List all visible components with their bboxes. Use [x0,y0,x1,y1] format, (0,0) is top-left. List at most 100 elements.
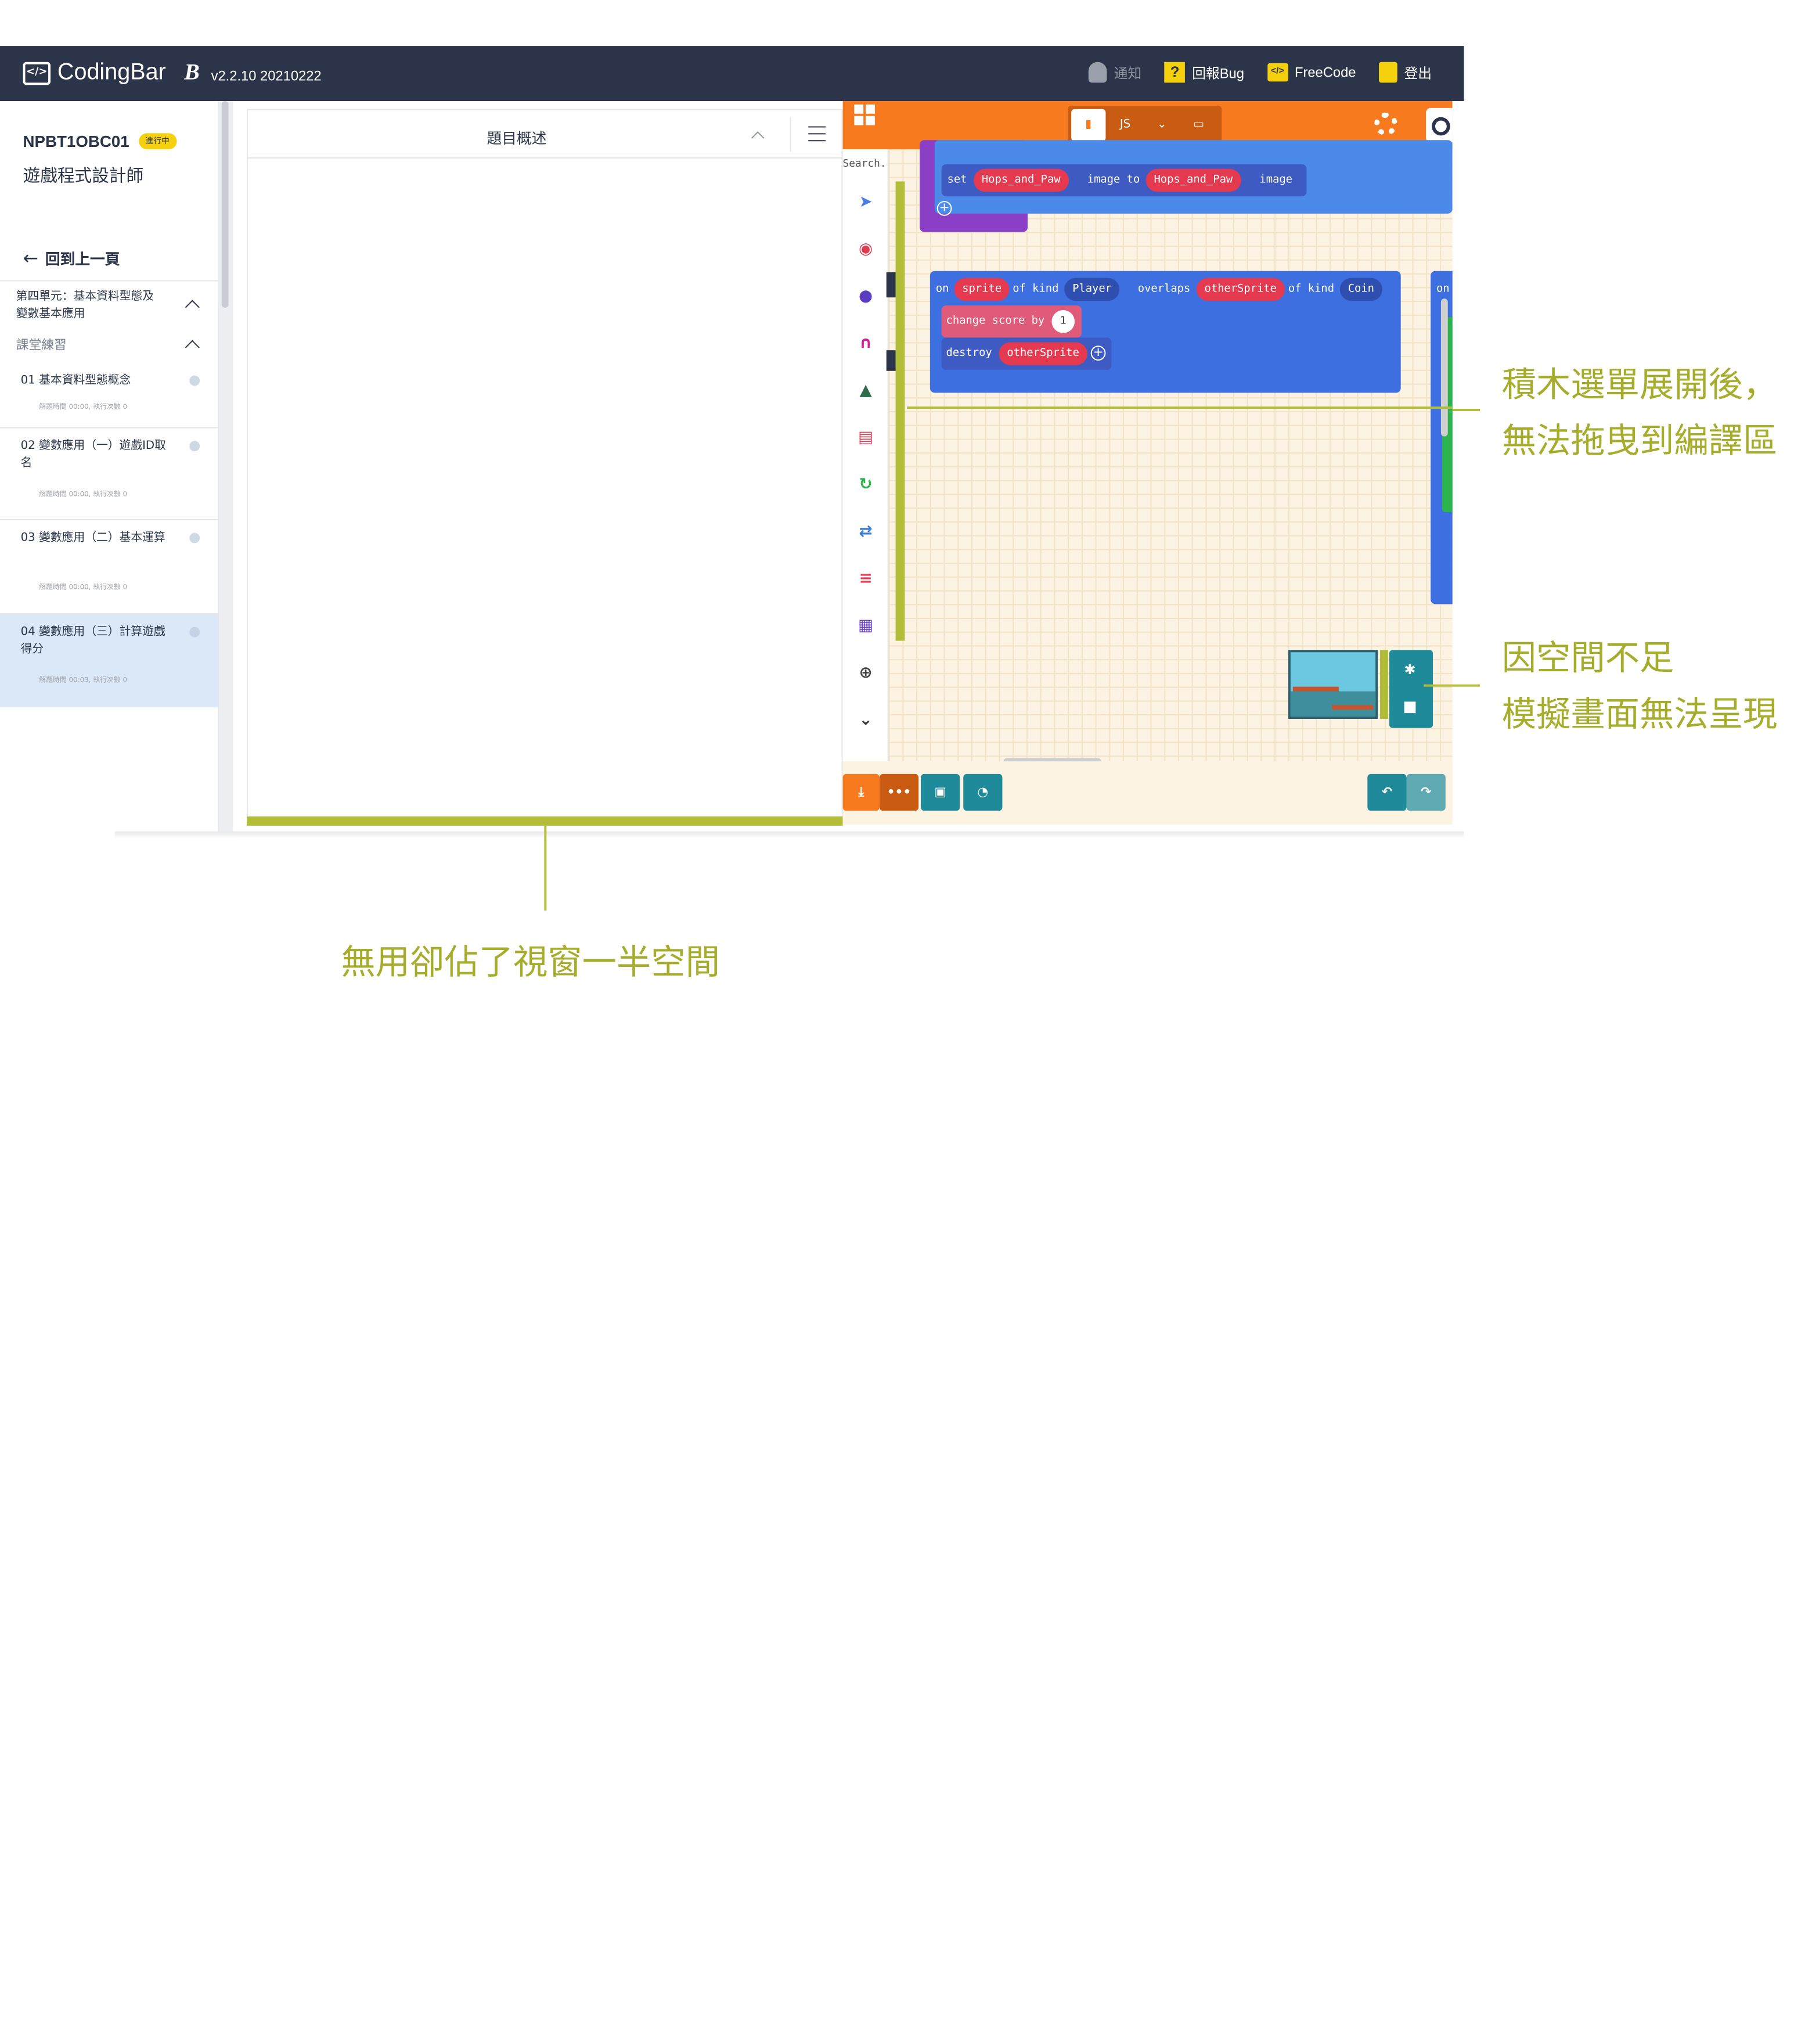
check-icon [189,627,200,638]
report-bug-label: 回報Bug [1192,64,1244,81]
notify-button[interactable]: 通知 [1089,62,1141,83]
logout-icon [1379,62,1397,83]
save-button[interactable]: ▣ [921,773,960,811]
add-parameter-icon[interactable]: + [1090,346,1106,361]
annotation-simulator-line1: 因空間不足 [1501,638,1674,679]
lesson-item[interactable]: 03 變數應用（二）基本運算 解題時間 00:00, 執行次數 0 [0,519,218,613]
course-sidebar: NPBT1OBC01 進行中 遊戲程式設計師 ← 回到上一頁 第四單元：基本資料… [0,101,219,839]
javascript-mode-icon[interactable]: JS [1108,109,1142,141]
calculator-icon[interactable]: ▦ [855,617,876,635]
kind-dropdown[interactable]: Player [1064,278,1120,301]
chevron-down-icon[interactable]: ⌄ [1145,109,1179,141]
image-editor-icon[interactable]: ▭ [1181,109,1216,141]
lesson-num: 04 [20,625,35,639]
version-label: v2.2.10 20210222 [211,67,322,84]
destroy-block[interactable]: destroy otherSprite + [941,337,1112,370]
chevron-down-icon[interactable]: ⌄ [855,711,876,729]
undo-button[interactable]: ↶ [1367,773,1407,811]
home-grid-icon[interactable] [854,104,877,125]
lesson-title: 變數應用（一）遊戲ID取名 [20,440,166,470]
section-label: 課堂練習 [16,337,67,353]
annotation-line-simulator [1424,684,1480,686]
variable-pill[interactable]: Hops_and_Paw [1145,168,1241,192]
lesson-item-active[interactable]: 04 變數應用（三）計算遊戲得分 解題時間 00:03, 執行次數 0 [0,613,218,708]
annotation-pointer-line [907,406,1453,409]
of-kind-label: of kind [1013,282,1059,296]
shuffle-icon[interactable]: ⇄ [855,523,876,541]
divider [790,117,791,152]
blocks-mode-button[interactable]: ▮ [1071,109,1106,142]
lesson-item[interactable]: 02 變數應用（一）遊戲ID取名 解題時間 00:00, 執行次數 0 [0,427,218,519]
kind-dropdown[interactable]: Coin [1339,278,1382,301]
chevron-up-icon[interactable] [185,300,200,315]
sidebar-scroll-thumb[interactable] [221,101,229,308]
bell-icon [1089,62,1107,83]
change-score-block[interactable]: change score by 1 [941,305,1082,338]
annotation-simulator: 因空間不足 模擬畫面無法呈現 [1502,631,1778,743]
block-workspace[interactable]: set Hops_and_Paw image to Hops_and_Paw i… [886,140,1453,765]
arrow-left-icon: ← [23,247,39,269]
lesson-title: 基本資料型態概念 [39,374,131,387]
logout-button[interactable]: 登出 [1379,62,1432,83]
other-sprite-pill[interactable]: otherSprite [999,342,1087,365]
block-editor: ▮ JS ⌄ ▭ Search... ➤ ◉ ● ∩ ▲ ▤ ↻ ⇄ ≡ ▦ ⊕… [842,101,1453,825]
loop-icon[interactable]: ↻ [855,476,876,494]
simulator-thumbnail[interactable] [1288,650,1378,719]
annotation-simulator-line2: 模擬畫面無法呈現 [1501,694,1778,735]
add-extension-icon[interactable]: ⊕ [855,664,876,682]
unit-header[interactable]: 第四單元：基本資料型態及變數基本應用 [0,280,218,336]
tree-icon[interactable]: ▲ [855,382,876,400]
stop-icon[interactable] [1404,701,1416,714]
github-button[interactable]: ◔ [963,773,1003,811]
annotated-screenshot: </> CodingBar B v2.2.10 20210222 通知 ? 回報… [0,0,1794,2044]
simulator-controls: ✱ [1389,650,1433,728]
overlaps-label: overlaps [1137,282,1191,296]
annotation-panel: 無用卻佔了視窗一半空間 [341,942,720,983]
lesson-meta: 解題時間 00:00, 執行次數 0 [39,583,128,592]
back-button[interactable]: ← 回到上一頁 [23,247,120,269]
user-icon [1432,117,1450,136]
lesson-item[interactable]: 01 基本資料型態概念 解題時間 00:00, 執行次數 0 [0,363,218,427]
other-sprite-pill[interactable]: otherSprite [1196,278,1285,301]
sprites-plane-icon[interactable]: ➤ [855,193,876,211]
annotation-line-panel [544,825,546,911]
debug-bug-icon[interactable]: ✱ [1402,661,1418,678]
variable-pill[interactable]: Hops_and_Paw [974,168,1069,192]
sim-highlight-bar [1380,650,1388,719]
download-button[interactable]: ⤓ [842,773,880,811]
change-score-label: change score by [946,314,1045,328]
logo[interactable]: </> CodingBar B v2.2.10 20210222 [23,60,322,86]
score-value[interactable]: 1 [1051,310,1075,333]
collapse-chevron-icon[interactable] [751,131,765,145]
dark-marker [886,272,896,298]
gear-icon[interactable] [1374,112,1397,136]
redo-button[interactable]: ↷ [1406,773,1446,811]
check-icon [189,532,200,544]
controller-icon[interactable]: ◉ [855,240,876,258]
set-image-block[interactable]: set Hops_and_Paw image to Hops_and_Paw i… [941,164,1307,197]
lesson-meta: 解題時間 00:00, 執行次數 0 [39,403,128,411]
codingbar-app: </> CodingBar B v2.2.10 20210222 通知 ? 回報… [0,46,1464,839]
code-logo-icon: </> [23,61,51,85]
more-options-button[interactable]: ••• [879,773,919,811]
list-icon[interactable]: ≡ [855,570,876,588]
circle-icon[interactable]: ● [855,287,876,305]
hamburger-menu-icon[interactable] [808,126,826,142]
editor-bottom-bar: ⤓ ••• ▣ ◔ ↶ ↷ [842,761,1453,825]
sprite-pill[interactable]: sprite [954,278,1010,301]
lesson-num: 01 [20,374,35,387]
info-card-icon[interactable]: ▤ [855,429,876,447]
destroy-label: destroy [946,347,992,359]
section-chevron-up-icon[interactable] [185,340,200,355]
brand-mark: B [184,59,200,85]
workspace-vertical-scrollbar[interactable] [1440,298,1448,437]
account-avatar[interactable] [1426,107,1453,143]
set-label: set [947,173,967,186]
lesson-title: 變數應用（三）計算遊戲得分 [20,625,165,656]
report-bug-button[interactable]: ? 回報Bug [1164,62,1244,83]
freecode-button[interactable]: </> FreeCode [1267,63,1356,82]
add-parameter-icon[interactable]: + [936,201,952,216]
annotation-editor: 積木選單展開後， 無法拖曳到編譯區 [1502,357,1778,470]
workspace-highlight-bar [895,181,905,641]
headphones-icon[interactable]: ∩ [855,334,876,352]
